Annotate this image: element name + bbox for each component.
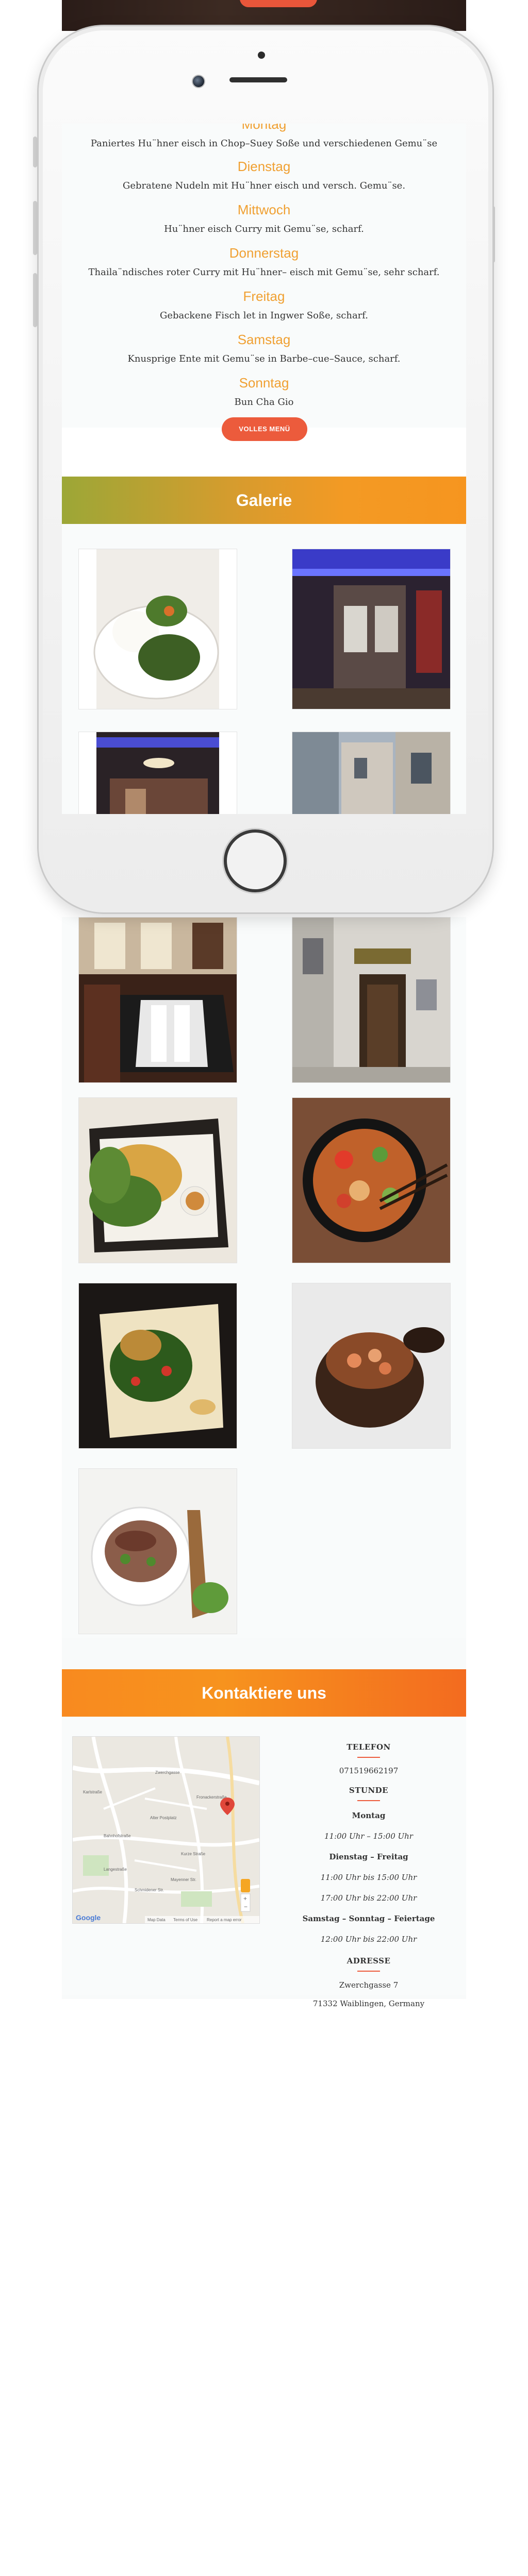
hours-heading: STUNDE (349, 1786, 389, 1795)
phone-mute-switch (33, 137, 37, 167)
phone-divider (357, 1757, 380, 1758)
gallery-photo-salad-plate[interactable] (78, 1283, 237, 1449)
phone-heading: TELEFON (346, 1742, 391, 1752)
map-street-1: Bahnhofstraße (104, 1834, 131, 1838)
phone-home-button[interactable] (224, 829, 287, 892)
address-divider (357, 1971, 380, 1972)
gallery-photo-pancake-dish[interactable] (78, 1097, 237, 1263)
gallery-photo-stirfry-bowl[interactable] (292, 1097, 451, 1263)
weekly-menu-section: Montag Paniertes Hu¨hner eisch in Chop–S… (62, 124, 466, 428)
zoom-controls[interactable]: + − (240, 1893, 251, 1912)
page-lower-section: Kontaktiere uns Zwerchgasse Bahnhofstraß… (62, 917, 466, 1999)
menu-item-sunday: Bun Cha Gio (234, 397, 294, 408)
gallery-photo-facade[interactable] (292, 917, 451, 1083)
menu-item-tuesday: Gebratene Nudeln mit Hu¨hner eisch und v… (122, 180, 406, 191)
gallery-photo-rice-dish[interactable] (78, 549, 237, 709)
weekend-hours: 12:00 Uhr bis 22:00 Uhr (320, 1935, 417, 1944)
menu-day-tuesday: Dienstag (237, 159, 291, 174)
zoom-out-icon: − (244, 1903, 248, 1910)
monday-hours: 11:00 Uhr – 15:00 Uhr (324, 1832, 413, 1841)
map-street-2: Alter Postplatz (150, 1816, 177, 1820)
menu-day-saturday: Samstag (237, 332, 291, 347)
menu-day-sunday: Sonntag (239, 375, 289, 391)
map-street-4: Langestraße (104, 1867, 127, 1872)
map-street-3: Fronackerstraße (196, 1795, 227, 1800)
hours-divider (357, 1800, 380, 1801)
gallery-title: Galerie (236, 491, 292, 510)
contact-title: Kontaktiere uns (202, 1684, 326, 1702)
pegman-icon[interactable] (241, 1879, 250, 1892)
zoom-in-icon: + (243, 1895, 247, 1902)
phone-speaker (229, 77, 287, 82)
gallery-photo-interior-blue[interactable] (292, 549, 451, 709)
gallery-photo-interior-ceiling[interactable] (78, 732, 237, 814)
menu-item-saturday: Knusprige Ente mit Gemu¨se in Barbe–cue–… (127, 353, 401, 364)
menu-item-monday: Paniertes Hu¨hner eisch in Chop–Suey Soß… (90, 138, 438, 149)
gallery-photo-clay-pot[interactable] (292, 1283, 451, 1449)
menu-day-friday: Freitag (243, 289, 285, 304)
full-menu-button[interactable]: VOLLES MENÜ (222, 417, 307, 441)
menu-item-wednesday: Hu¨hner eisch Curry mit Gemu¨se, scharf. (164, 224, 364, 234)
monday-label: Montag (352, 1811, 386, 1820)
map-footer-report: Report a map error (207, 1918, 242, 1922)
phone-camera-icon (258, 52, 265, 59)
weekend-label: Samstag – Sonntag – Feiertage (302, 1914, 435, 1923)
map-street-6: Schmidener Str. (135, 1888, 164, 1892)
menu-day-fragment: Montag (241, 124, 287, 132)
map-street-5: Kurze Straße (181, 1852, 206, 1856)
menu-item-friday: Gebackene Fisch let in Ingwer Soße, scha… (159, 310, 369, 321)
map-footer-terms: Terms of Use (173, 1918, 198, 1922)
gallery-photo-interior-tables[interactable] (78, 917, 237, 1083)
google-logo: Google (76, 1913, 101, 1922)
map-street-0: Zwerchgasse (155, 1770, 180, 1775)
address-heading: ADRESSE (346, 1956, 391, 1965)
gallery-photo-alley[interactable] (292, 732, 451, 814)
menu-day-thursday: Donnerstag (229, 245, 299, 261)
menu-day-wednesday: Mittwoch (237, 202, 291, 217)
google-map[interactable]: Zwerchgasse Bahnhofstraße Alter Postplat… (72, 1736, 260, 1924)
address-city: 71332 Waiblingen, Germany (312, 1999, 425, 2008)
tue-fri-label: Dienstag – Freitag (329, 1852, 408, 1861)
phone-screen: Montag Paniertes Hu¨hner eisch in Chop–S… (62, 124, 466, 814)
gallery-photo-pho-bowl[interactable] (78, 1468, 237, 1634)
address-street: Zwerchgasse 7 (339, 1980, 399, 1990)
hero-button-edge[interactable] (240, 0, 317, 7)
tue-fri-hours-1: 11:00 Uhr bis 15:00 Uhr (320, 1873, 417, 1882)
phone-front-lens-icon (192, 75, 205, 88)
gallery-banner: Galerie (62, 477, 466, 524)
phone-volume-down (33, 273, 37, 327)
tue-fri-hours-2: 17:00 Uhr bis 22:00 Uhr (320, 1893, 417, 1903)
map-footer-data: Map Data (147, 1918, 166, 1922)
map-street-7: Karlstraße (83, 1790, 102, 1794)
map-street-8: Mayenner Str. (171, 1877, 196, 1882)
menu-item-thursday: Thaila¨ndisches roter Curry mit Hu¨hner–… (88, 267, 440, 278)
contact-banner: Kontaktiere uns (62, 1669, 466, 1717)
phone-number[interactable]: 071519662197 (302, 1766, 436, 1775)
phone-volume-up (33, 201, 37, 255)
